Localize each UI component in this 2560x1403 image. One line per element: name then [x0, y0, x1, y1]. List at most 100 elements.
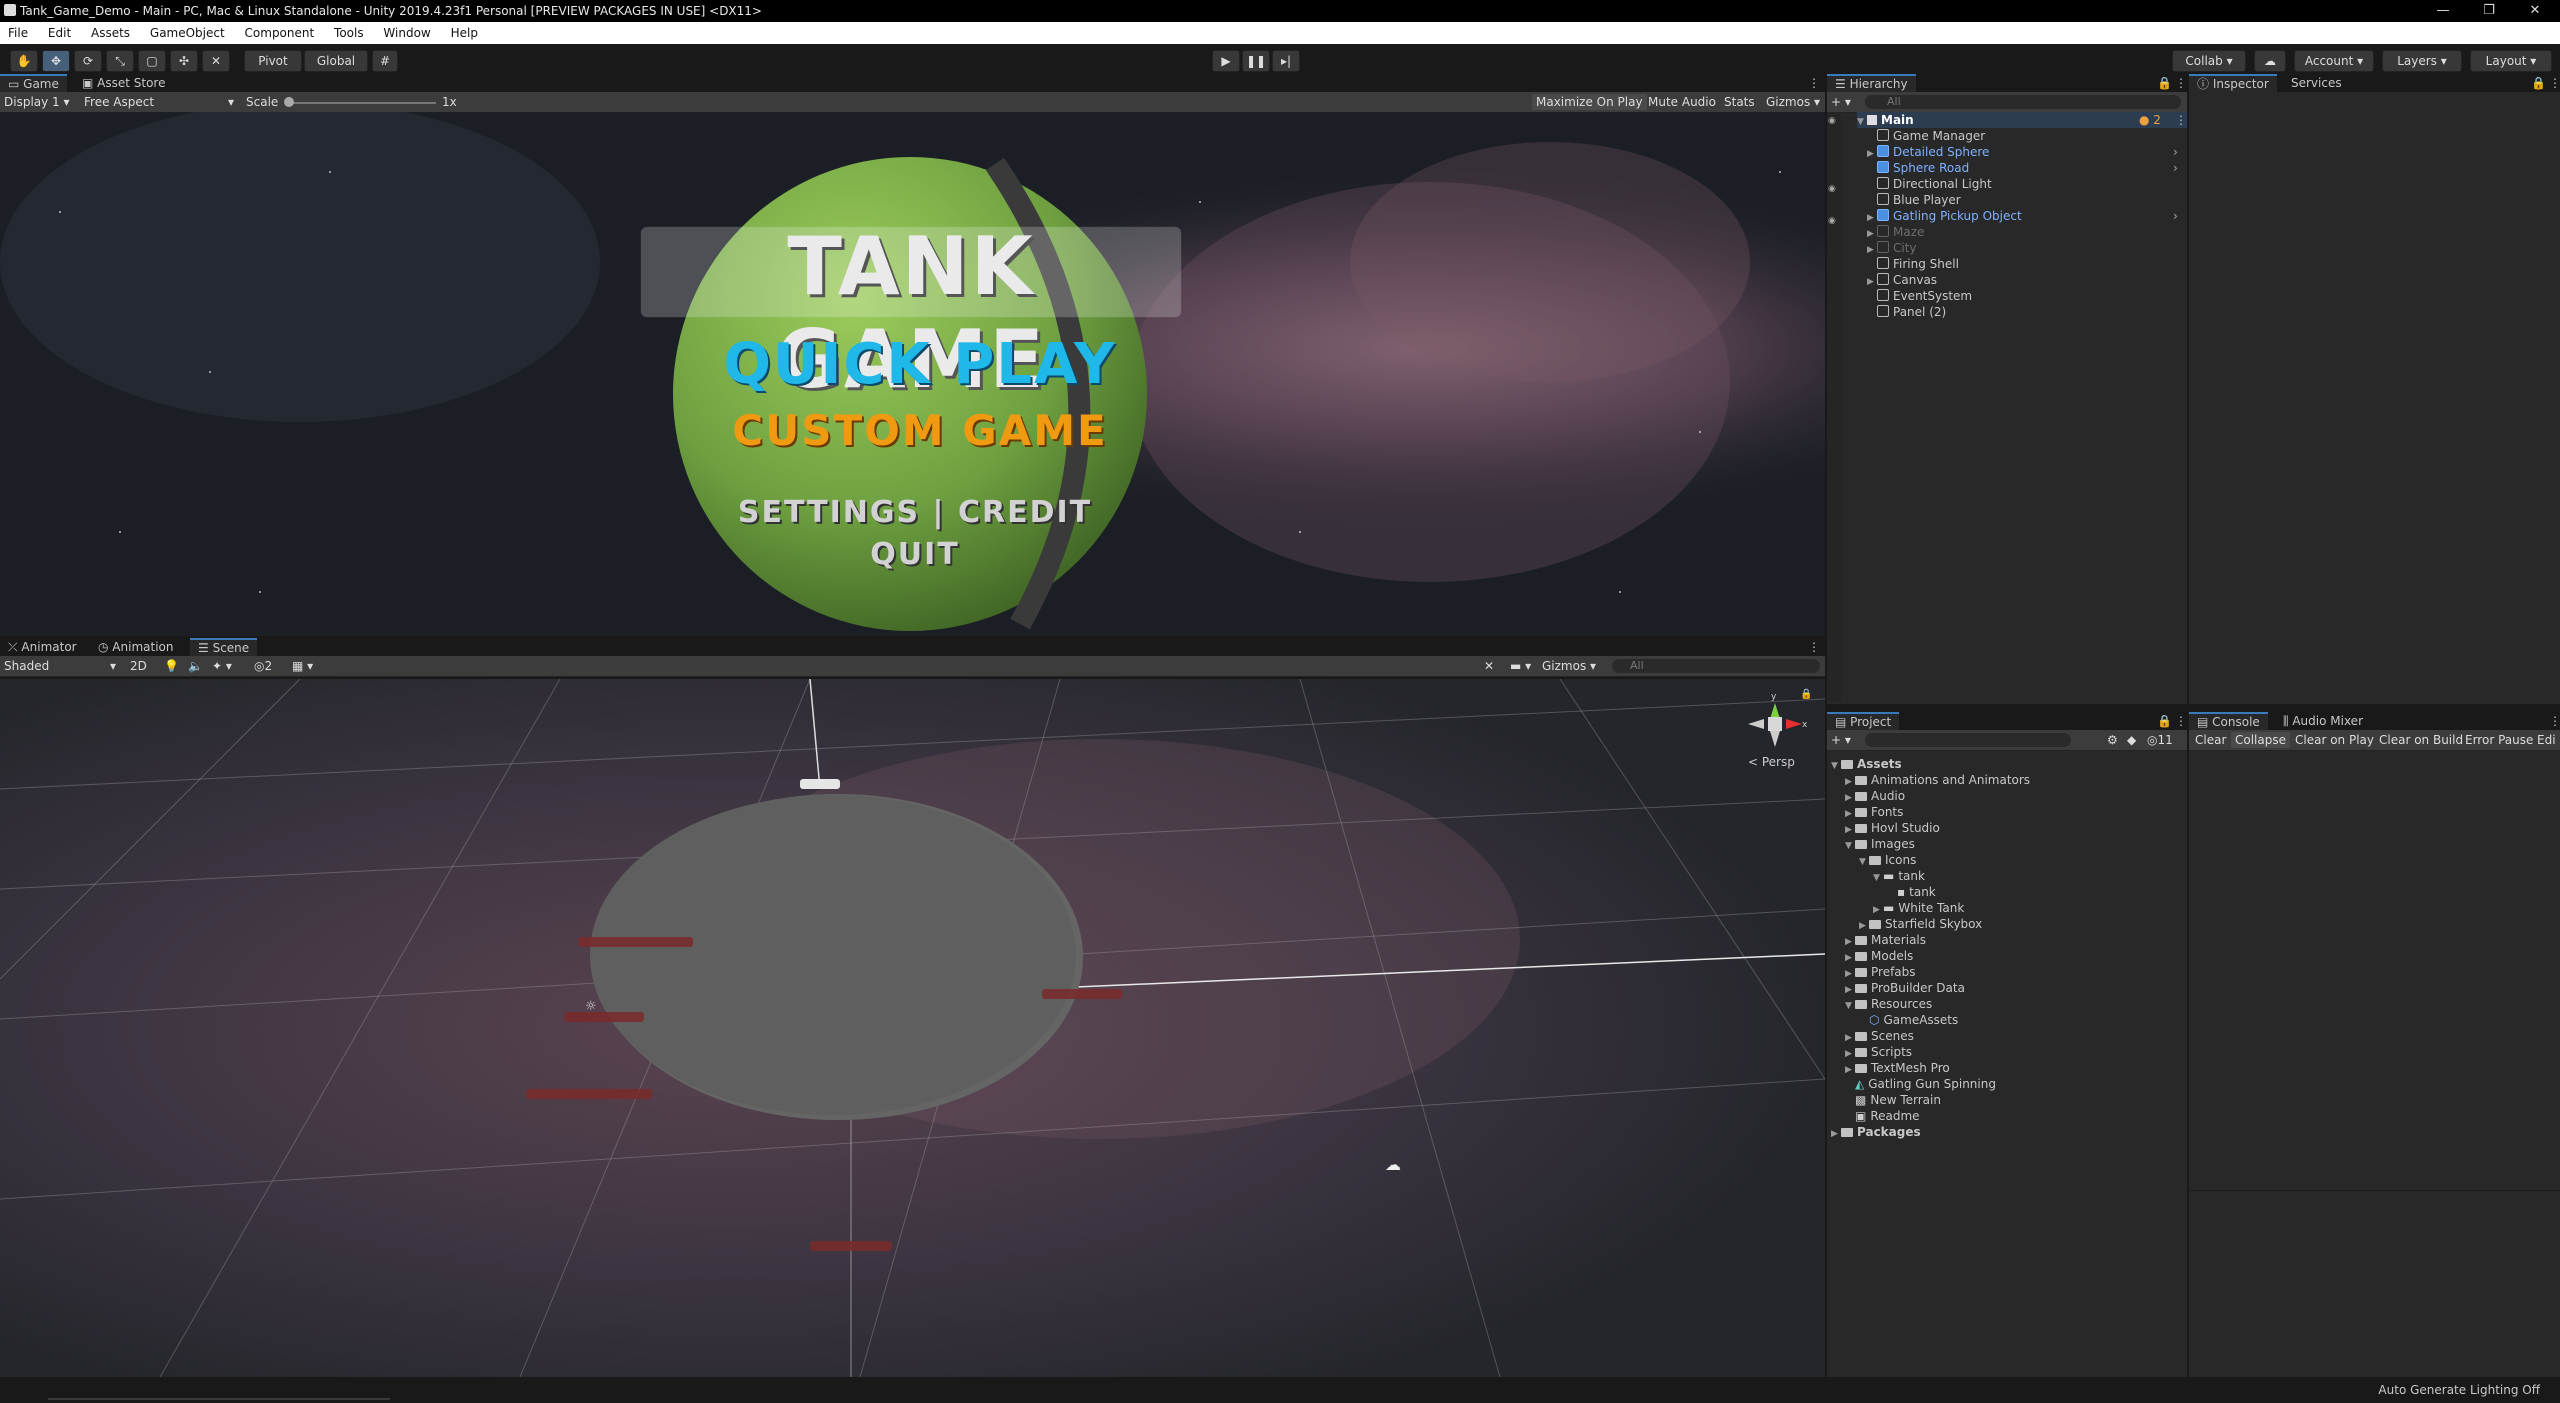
expand-arrow-icon[interactable]: ▼ [1857, 114, 1867, 130]
hierarchy-item[interactable]: ▶ Gatling Pickup Object › [1867, 208, 2187, 224]
project-folder[interactable]: ▶ Starfield Skybox [1859, 916, 1982, 932]
tab-services[interactable]: Services [2283, 74, 2350, 92]
pause-button[interactable]: ❚❚ [1242, 50, 1270, 72]
play-button[interactable]: ▶ [1212, 50, 1240, 72]
custom-game-button[interactable]: CUSTOM GAME [660, 406, 1180, 455]
quick-play-button[interactable]: QUICK PLAY [660, 332, 1180, 397]
hidden-objects-toggle[interactable]: ◎2 [250, 658, 276, 674]
project-asset[interactable]: ▪ tank [1887, 884, 1936, 900]
collapse-toggle[interactable]: Collapse [2231, 732, 2290, 748]
restore-button[interactable]: ❐ [2466, 0, 2512, 22]
gizmos-toggle[interactable]: Gizmos ▾ [1762, 94, 1824, 110]
menu-edit[interactable]: Edit [40, 22, 79, 40]
custom-tool-icon[interactable]: ✕ [202, 50, 230, 72]
tab-inspector[interactable]: ⓘ Inspector [2189, 74, 2277, 92]
eye-icon[interactable]: ◉ [1828, 116, 1836, 126]
rect-tool-icon[interactable]: ▢ [138, 50, 166, 72]
collab-dropdown[interactable]: Collab ▾ [2172, 50, 2246, 72]
spawn-point-label[interactable] [1042, 989, 1122, 999]
hierarchy-item[interactable]: Game Manager [1867, 128, 2187, 144]
audio-gizmo-icon[interactable]: ☁ [1385, 1155, 1401, 1174]
shading-dropdown[interactable]: Shaded ▾ [4, 658, 116, 674]
spawn-point-label[interactable] [810, 1241, 892, 1251]
camera-dropdown-icon[interactable]: ▬ ▾ [1506, 658, 1535, 674]
project-folder[interactable]: ▶ Fonts [1845, 804, 1903, 820]
game-panel-menu-icon[interactable]: ⋮ [1800, 74, 1828, 92]
2d-toggle[interactable]: 2D [126, 658, 151, 674]
tools-icon[interactable]: ✕ [1480, 658, 1498, 674]
project-folder[interactable]: ▼ Images [1845, 836, 1915, 852]
project-folder[interactable]: ▶ Hovl Studio [1845, 820, 1940, 836]
project-asset[interactable]: ▣ Readme [1845, 1108, 1920, 1124]
menu-tools[interactable]: Tools [326, 22, 372, 40]
menu-file[interactable]: File [0, 22, 36, 40]
console-menu-icon[interactable]: ⋮ [2541, 712, 2560, 730]
hierarchy-item[interactable]: Sphere Road › [1867, 160, 2187, 176]
hierarchy-search-input[interactable]: All [1865, 95, 2181, 109]
lighting-status[interactable]: Auto Generate Lighting Off [2378, 1383, 2540, 1397]
project-folder[interactable]: ▶ Animations and Animators [1845, 772, 2030, 788]
lighting-toggle-icon[interactable]: 💡 [160, 658, 183, 674]
game-view[interactable]: TANK GAME QUICK PLAY CUSTOM GAME SETTING… [0, 112, 1825, 636]
prefab-open-chevron-icon[interactable]: › [2173, 160, 2178, 176]
maximize-on-play-toggle[interactable]: Maximize On Play [1532, 94, 1647, 110]
hierarchy-item[interactable]: ▶ Canvas [1867, 272, 2187, 288]
project-folder[interactable]: ▶ Models [1845, 948, 1913, 964]
project-folder[interactable]: ▼ Resources [1845, 996, 1932, 1012]
filter-label-icon[interactable]: ◆ [2127, 732, 2136, 748]
project-folder[interactable]: ▶ ProBuilder Data [1845, 980, 1965, 996]
scale-slider-handle[interactable] [284, 97, 294, 107]
orientation-gizmo[interactable]: y x 🔒 < Persp [1740, 689, 1812, 769]
scale-tool-icon[interactable]: ⤡ [106, 50, 134, 72]
stats-toggle[interactable]: Stats [1720, 94, 1759, 110]
tank-gizmo-icon[interactable] [800, 779, 840, 789]
hidden-packages-toggle[interactable]: ◎11 [2147, 732, 2173, 748]
grid-snap-icon[interactable]: # [372, 50, 398, 72]
tab-audio-mixer[interactable]: ⫼ Audio Mixer [2275, 712, 2371, 730]
grid-toggle-icon[interactable]: ▦ ▾ [288, 658, 317, 674]
audio-toggle-icon[interactable]: 🔈 [184, 658, 207, 674]
prefab-open-chevron-icon[interactable]: › [2173, 208, 2178, 224]
filter-type-icon[interactable]: ⚙ [2107, 732, 2118, 748]
scene-gizmos-dropdown[interactable]: Gizmos ▾ [1538, 658, 1600, 674]
tab-animation[interactable]: ◷ Animation [90, 638, 181, 656]
menu-gameobject[interactable]: GameObject [142, 22, 233, 40]
console-detail-divider[interactable] [2189, 1190, 2560, 1191]
inspector-menu-icon[interactable]: ⋮ [2541, 74, 2560, 92]
project-folder[interactable]: ▶ Packages [1831, 1124, 1921, 1140]
tab-console[interactable]: ▤ Console [2189, 712, 2268, 730]
hierarchy-item[interactable]: ▶ Detailed Sphere › [1867, 144, 2187, 160]
tab-hierarchy[interactable]: ☰ Hierarchy [1827, 74, 1916, 92]
clear-button[interactable]: Clear [2191, 732, 2230, 748]
expand-arrow-icon[interactable]: ▼ [1845, 998, 1855, 1014]
hierarchy-item[interactable]: ▶ Maze [1867, 224, 2187, 240]
settings-credit-button[interactable]: SETTINGS | CREDIT [700, 495, 1130, 530]
scene-view[interactable]: ☼ ☁ y x 🔒 < Persp [0, 679, 1825, 1377]
eye-icon[interactable]: ◉ [1828, 184, 1836, 194]
prefab-open-chevron-icon[interactable]: › [2173, 144, 2178, 160]
minimize-button[interactable]: — [2420, 0, 2466, 22]
spawn-point-label[interactable] [526, 1089, 652, 1099]
spawn-point-label[interactable] [564, 1012, 644, 1022]
global-toggle[interactable]: Global [304, 50, 368, 72]
hierarchy-item[interactable]: ▶ City [1867, 240, 2187, 256]
expand-arrow-icon[interactable]: ▼ [1873, 870, 1883, 886]
menu-window[interactable]: Window [375, 22, 438, 40]
project-asset[interactable]: ◭ Gatling Gun Spinning [1845, 1076, 1996, 1092]
tab-animator[interactable]: ⤫ Animator [0, 638, 85, 656]
quit-button[interactable]: QUIT [800, 537, 1030, 572]
project-asset[interactable]: ⬡ GameAssets [1859, 1012, 1958, 1028]
hand-tool-icon[interactable]: ✋ [10, 50, 38, 72]
transform-tool-icon[interactable]: ✣ [170, 50, 198, 72]
persp-label[interactable]: < Persp [1748, 755, 1795, 769]
scene-menu-icon[interactable]: ⋮ [2175, 112, 2187, 128]
move-tool-icon[interactable]: ✥ [42, 50, 70, 72]
expand-arrow-icon[interactable]: ▶ [1831, 1126, 1841, 1142]
project-asset[interactable]: ▶ ▬ White Tank [1873, 900, 1964, 916]
hierarchy-item[interactable]: EventSystem [1867, 288, 2187, 304]
hierarchy-item[interactable]: Panel (2) [1867, 304, 2187, 320]
create-dropdown[interactable]: + ▾ [1831, 94, 1851, 110]
menu-assets[interactable]: Assets [83, 22, 138, 40]
tab-asset-store[interactable]: ▣ Asset Store [74, 74, 174, 92]
cloud-icon[interactable]: ☁ [2254, 50, 2286, 72]
